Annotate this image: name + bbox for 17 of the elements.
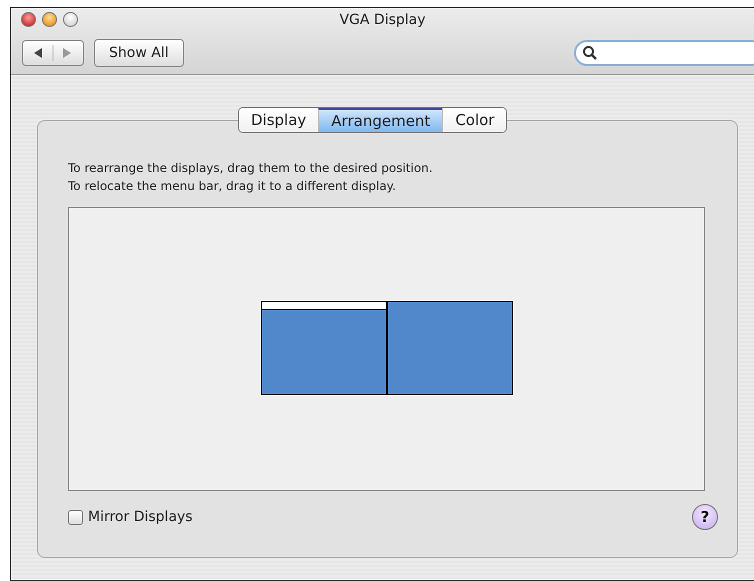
tab[interactable]: Color	[442, 108, 506, 132]
tab[interactable]: Display	[239, 108, 318, 132]
instruction-text: To rearrange the displays, drag them to the desired position.	[68, 160, 434, 177]
window-title: VGA Display	[339, 12, 426, 28]
help-button[interactable]: ?	[692, 504, 718, 530]
search-icon	[582, 45, 598, 61]
display-rectangle[interactable]	[261, 301, 387, 395]
search-field[interactable]	[574, 40, 754, 66]
instruction-text: To relocate the menu bar, drag it to a different display.	[68, 178, 397, 195]
menu-bar[interactable]	[262, 302, 386, 310]
close-icon[interactable]	[21, 12, 36, 27]
minimize-icon[interactable]	[42, 12, 57, 27]
tab[interactable]: Arrangement	[318, 108, 442, 132]
back-forward-control[interactable]	[22, 40, 84, 66]
show-all-button[interactable]: Show All	[94, 39, 184, 67]
mirror-displays-checkbox[interactable]: Mirror Displays	[68, 509, 193, 525]
zoom-icon[interactable]	[63, 12, 78, 27]
